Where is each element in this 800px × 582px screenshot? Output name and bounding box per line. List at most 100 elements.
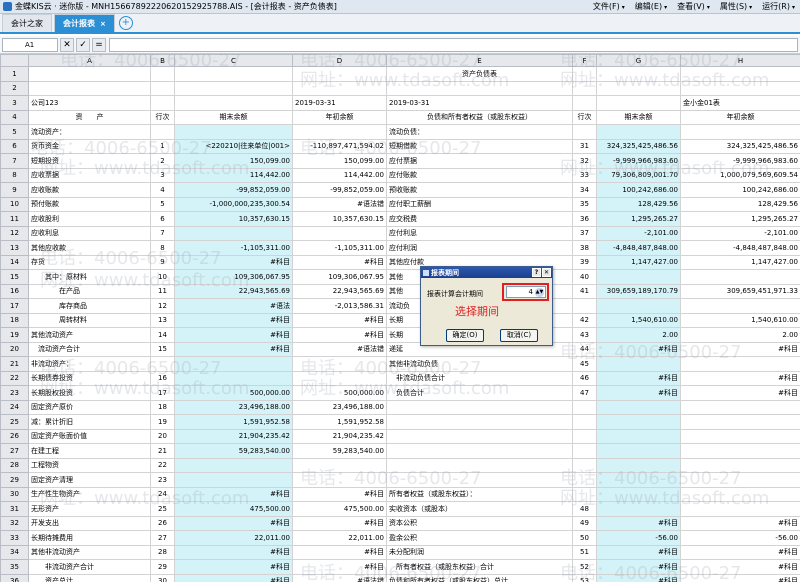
cell-f[interactable] [572,414,597,430]
cell-h[interactable]: 2.00 [680,327,800,343]
cell-b[interactable]: 8 [150,240,175,256]
cell-d[interactable]: 109,306,067.95 [292,269,387,285]
cell-e[interactable]: 2019-03-31 [386,95,573,111]
cell-g[interactable]: 128,429.56 [596,196,681,212]
cell-e[interactable] [386,472,573,488]
row-header[interactable]: 17 [0,298,29,314]
cell-d[interactable] [292,225,387,241]
column-header[interactable]: B [150,54,175,67]
cell-b[interactable] [150,95,175,111]
cell-a[interactable]: 无形资产 [28,501,151,517]
cell-e[interactable]: 应付职工薪酬 [386,196,573,212]
cell-a[interactable]: 流动资产合计 [28,341,151,357]
cell-g[interactable]: -9,999,966,983.60 [596,153,681,169]
cell-b[interactable]: 1 [150,138,175,154]
column-header[interactable]: D [292,54,387,67]
cell-g[interactable] [596,95,681,111]
cell-b[interactable]: 5 [150,196,175,212]
cell-g[interactable]: #科目 [596,341,681,357]
cell-f[interactable]: 38 [572,240,597,256]
cell-h[interactable]: 金小金01表 [680,95,800,111]
row-header[interactable]: 27 [0,443,29,459]
row-header[interactable]: 35 [0,559,29,575]
cell-f[interactable]: 34 [572,182,597,198]
cell-f[interactable] [572,428,597,444]
cell-d[interactable]: 22,011.00 [292,530,387,546]
cell-a[interactable]: 固定资产清理 [28,472,151,488]
cell-g[interactable]: #科目 [596,573,681,582]
cell-d[interactable] [292,66,387,82]
cell-b[interactable]: 29 [150,559,175,575]
cell-d[interactable]: 114,442.00 [292,167,387,183]
cell-c[interactable]: -99,852,059.00 [174,182,293,198]
cell-g[interactable]: 100,242,686.00 [596,182,681,198]
cell-d[interactable]: #科目 [292,312,387,328]
cell-c[interactable]: 22,011.00 [174,530,293,546]
row-header[interactable]: 4 [0,109,29,125]
cell-d[interactable]: #语法错 [292,341,387,357]
cell-h[interactable]: 1,147,427.00 [680,254,800,270]
cell-g[interactable] [596,472,681,488]
cell-a[interactable]: 固定资产账面价值 [28,428,151,444]
cell-d[interactable]: #科目 [292,515,387,531]
cell-h[interactable]: 324,325,425,486.56 [680,138,800,154]
cell-h[interactable]: -2,101.00 [680,225,800,241]
cell-c[interactable] [174,66,293,82]
cell-a[interactable]: 生产性生物资产 [28,486,151,502]
cell-b[interactable]: 10 [150,269,175,285]
select-all-corner[interactable] [0,54,29,67]
cell-f[interactable]: 45 [572,356,597,372]
cell-e[interactable]: 非流动负债合计 [386,370,573,386]
cell-g[interactable]: -4,848,487,848.00 [596,240,681,256]
cell-a[interactable]: 资产总计 [28,573,151,582]
cell-d[interactable]: 59,283,540.00 [292,443,387,459]
cell-h[interactable]: 309,659,451,971.33 [680,283,800,299]
spreadsheet[interactable]: A B C D E F G H 1 资产负债表 2 3 公司123 2019-03-31 2019-03-3… [0,54,800,582]
cell-d[interactable]: 475,500.00 [292,501,387,517]
cell-d[interactable]: 年初余额 [292,109,387,125]
cell-h[interactable] [680,414,800,430]
cell-f[interactable] [572,66,597,82]
cell-f[interactable] [572,95,597,111]
cell-h[interactable] [680,269,800,285]
cell-c[interactable]: 150,099.00 [174,153,293,169]
cell-e[interactable]: 应付利息 [386,225,573,241]
cell-h[interactable]: #科目 [680,341,800,357]
cell-d[interactable]: 500,000.00 [292,385,387,401]
cell-e[interactable]: 应交税费 [386,211,573,227]
cell-h[interactable] [680,472,800,488]
cell-g[interactable]: 324,325,425,486.56 [596,138,681,154]
cell-h[interactable] [680,66,800,82]
cell-g[interactable]: #科目 [596,544,681,560]
cell-e[interactable]: 应付账款 [386,167,573,183]
cell-d[interactable]: 23,496,188.00 [292,399,387,415]
cell-c[interactable]: -1,000,000,235,300.54 [174,196,293,212]
cell-f[interactable]: 49 [572,515,597,531]
cell-b[interactable]: 行次 [150,109,175,125]
cell-g[interactable] [596,66,681,82]
cell-c[interactable]: #科目 [174,486,293,502]
cell-c[interactable]: 23,496,188.00 [174,399,293,415]
cell-b[interactable]: 14 [150,327,175,343]
cell-h[interactable]: 1,540,610.00 [680,312,800,328]
cell-b[interactable]: 21 [150,443,175,459]
cell-h[interactable]: #科目 [680,573,800,582]
cell-b[interactable]: 15 [150,341,175,357]
cell-d[interactable]: 21,904,235.42 [292,428,387,444]
cell-a[interactable]: 长期待摊费用 [28,530,151,546]
cell-f[interactable]: 31 [572,138,597,154]
cell-f[interactable] [572,298,597,314]
cell-b[interactable] [150,356,175,372]
cell-g[interactable]: #科目 [596,515,681,531]
cell-a[interactable]: 公司123 [28,95,151,111]
cell-h[interactable]: #科目 [680,515,800,531]
row-header[interactable]: 13 [0,240,29,256]
cell-h[interactable] [680,486,800,502]
add-tab-button[interactable]: + [118,16,133,30]
cell-d[interactable]: -2,013,586.31 [292,298,387,314]
cell-f[interactable]: 35 [572,196,597,212]
cell-g[interactable]: 1,540,610.00 [596,312,681,328]
cell-g[interactable] [596,124,681,140]
menu-properties[interactable]: 属性(S) ▾ [715,1,757,12]
cell-e[interactable]: 负债和所有者权益（或股东权益） [386,109,573,125]
